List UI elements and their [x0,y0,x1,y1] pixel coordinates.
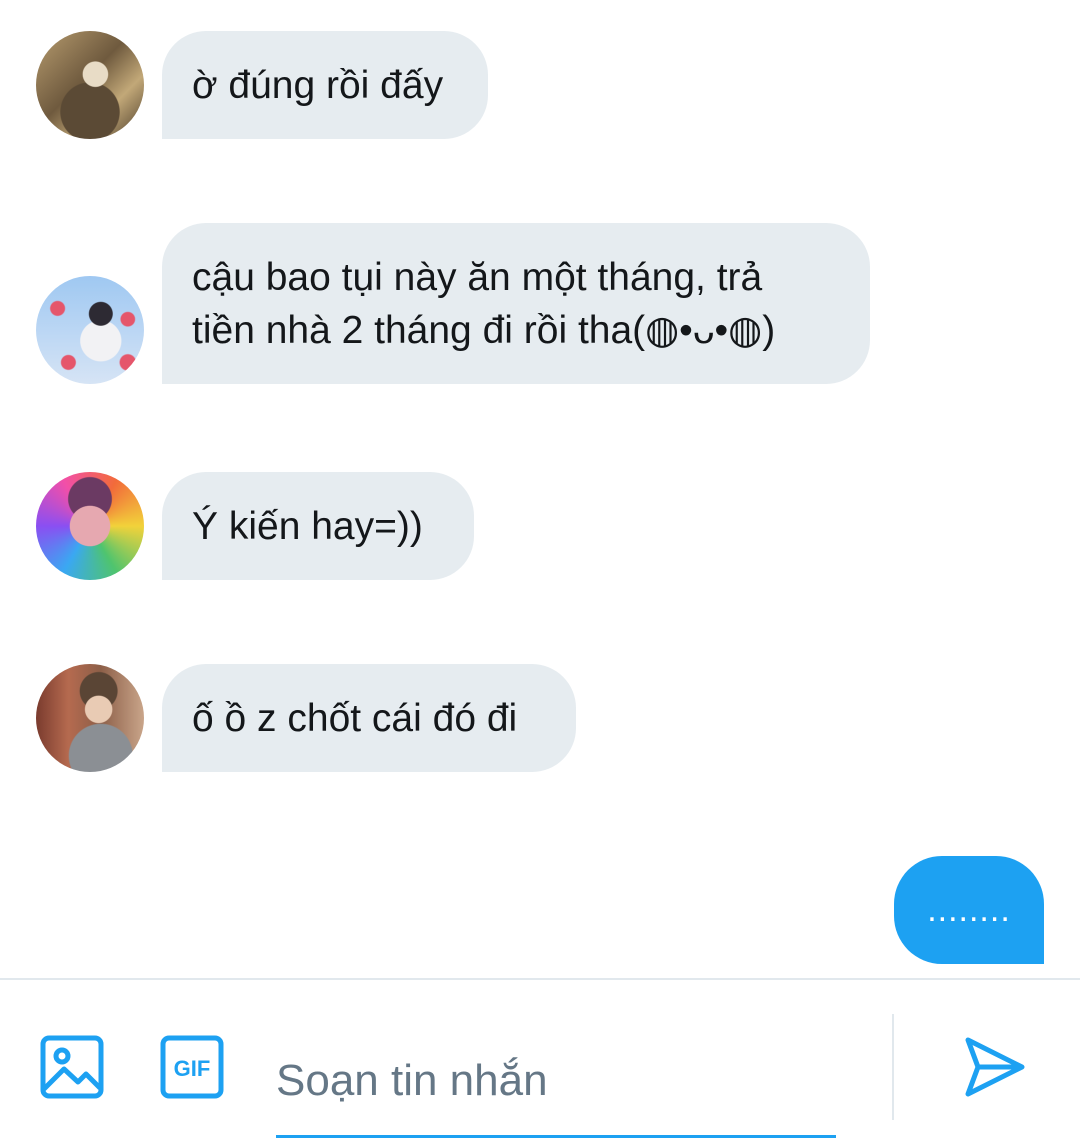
avatar[interactable] [36,472,144,580]
message-row-2: cậu bao tụi này ăn một tháng, trả tiền n… [36,223,870,384]
avatar[interactable] [36,31,144,139]
send-icon[interactable] [962,1034,1028,1100]
message-bubble[interactable]: cậu bao tụi này ăn một tháng, trả tiền n… [162,223,870,384]
message-composer: GIF [0,980,1080,1140]
image-icon[interactable] [40,1035,104,1099]
message-input[interactable] [276,1026,836,1138]
message-bubble[interactable]: ờ đúng rồi đấy [162,31,488,139]
message-row-4: ố ồ z chốt cái đó đi [36,664,576,772]
composer-separator [892,1014,894,1120]
gif-icon[interactable]: GIF [160,1035,224,1099]
sent-message-bubble[interactable]: ........ [894,856,1044,964]
message-row-1: ờ đúng rồi đấy [36,31,488,139]
message-row-3: Ý kiến hay=)) [36,472,474,580]
avatar[interactable] [36,276,144,384]
message-bubble[interactable]: Ý kiến hay=)) [162,472,474,580]
dm-conversation: ờ đúng rồi đấy cậu bao tụi này ăn một th… [0,0,1080,1140]
gif-label: GIF [174,1056,211,1081]
message-bubble[interactable]: ố ồ z chốt cái đó đi [162,664,576,772]
avatar[interactable] [36,664,144,772]
